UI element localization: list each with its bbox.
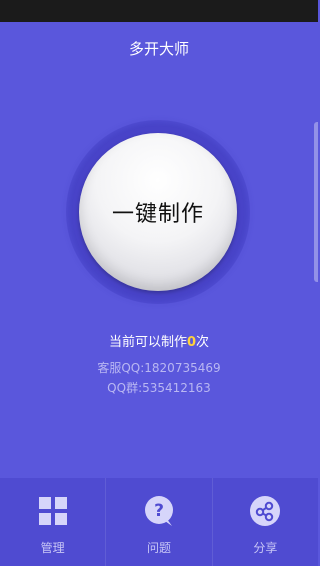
svg-text:?: ? — [154, 501, 164, 521]
count-prefix: 当前可以制作 — [108, 335, 187, 350]
remaining-count-text: 当前可以制作0次 — [0, 331, 318, 350]
question-icon: ? — [144, 496, 173, 526]
bottom-tab-bar: 管理 ? 问题 分享 — [0, 478, 318, 566]
side-drawer-handle[interactable] — [314, 122, 318, 282]
qq-group: QQ群:535412163 — [107, 381, 211, 395]
tab-label-questions: 问题 — [146, 541, 171, 555]
page-title: 多开大师 — [128, 40, 189, 58]
status-bar — [0, 0, 318, 22]
support-qq: 客服QQ:1820735469 — [97, 361, 221, 375]
count-value: 0 — [186, 335, 197, 350]
tab-share[interactable]: 分享 — [211, 478, 318, 566]
grid-icon — [38, 497, 67, 525]
one-click-make-button[interactable]: 一键制作 — [79, 133, 237, 291]
tab-label-manage: 管理 — [40, 541, 65, 555]
tab-questions[interactable]: ? 问题 — [105, 478, 211, 566]
count-suffix: 次 — [196, 335, 210, 350]
share-icon — [250, 496, 281, 526]
tab-label-share: 分享 — [253, 541, 278, 555]
tab-manage[interactable]: 管理 — [0, 478, 105, 566]
